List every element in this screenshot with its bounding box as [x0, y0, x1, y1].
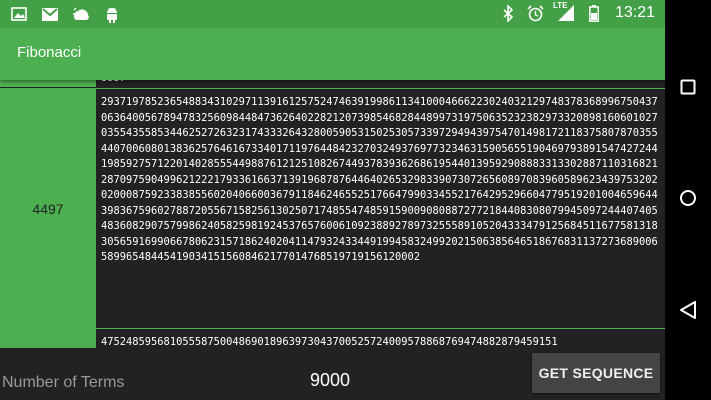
battery-icon [585, 4, 603, 22]
row-index [0, 329, 96, 348]
weather-icon [72, 5, 90, 23]
home-icon [679, 189, 697, 212]
gallery-icon [10, 5, 28, 23]
network-type: LTE [552, 1, 568, 10]
recents-button[interactable] [665, 66, 711, 112]
status-time: 13:21 [614, 4, 655, 21]
app-title: Fibonacci [17, 44, 82, 61]
nav-bar [665, 0, 711, 400]
gmail-icon [41, 5, 59, 23]
terms-input[interactable]: Number of Terms 9000 [0, 356, 525, 394]
row-index: 4497 [0, 89, 96, 328]
recents-icon [680, 79, 696, 100]
back-button[interactable] [665, 289, 711, 335]
row-value: 4752485956810555875004869018963973043700… [101, 336, 558, 348]
bluetooth-icon [499, 4, 517, 22]
list-row[interactable]: 4497 29371978523654883431029711391612575… [0, 88, 665, 328]
back-icon [679, 300, 697, 324]
app-screen: LTE 13:21 Fibonacci 8997 4497 2937197852… [0, 0, 665, 400]
row-index [0, 80, 96, 87]
terms-value[interactable]: 9000 [310, 370, 350, 391]
alarm-icon [527, 4, 545, 22]
controls-bar: Number of Terms 9000 GET SEQUENCE [0, 348, 665, 400]
row-value: 8997 [96, 80, 665, 87]
list-row[interactable]: 4752485956810555875004869018963973043700… [0, 328, 665, 348]
get-sequence-button[interactable]: GET SEQUENCE [532, 353, 660, 393]
fibonacci-list[interactable]: 8997 4497 293719785236548834310297113916… [0, 80, 665, 348]
status-bar: LTE 13:21 [0, 0, 665, 28]
row-value: 2937197852365488343102971139161257524746… [101, 96, 658, 263]
home-button[interactable] [665, 177, 711, 223]
terms-label: Number of Terms [2, 374, 125, 391]
signal-icon: LTE [552, 1, 575, 22]
app-bar: Fibonacci [0, 28, 665, 80]
android-icon [103, 5, 121, 23]
list-row[interactable]: 8997 [0, 80, 665, 87]
